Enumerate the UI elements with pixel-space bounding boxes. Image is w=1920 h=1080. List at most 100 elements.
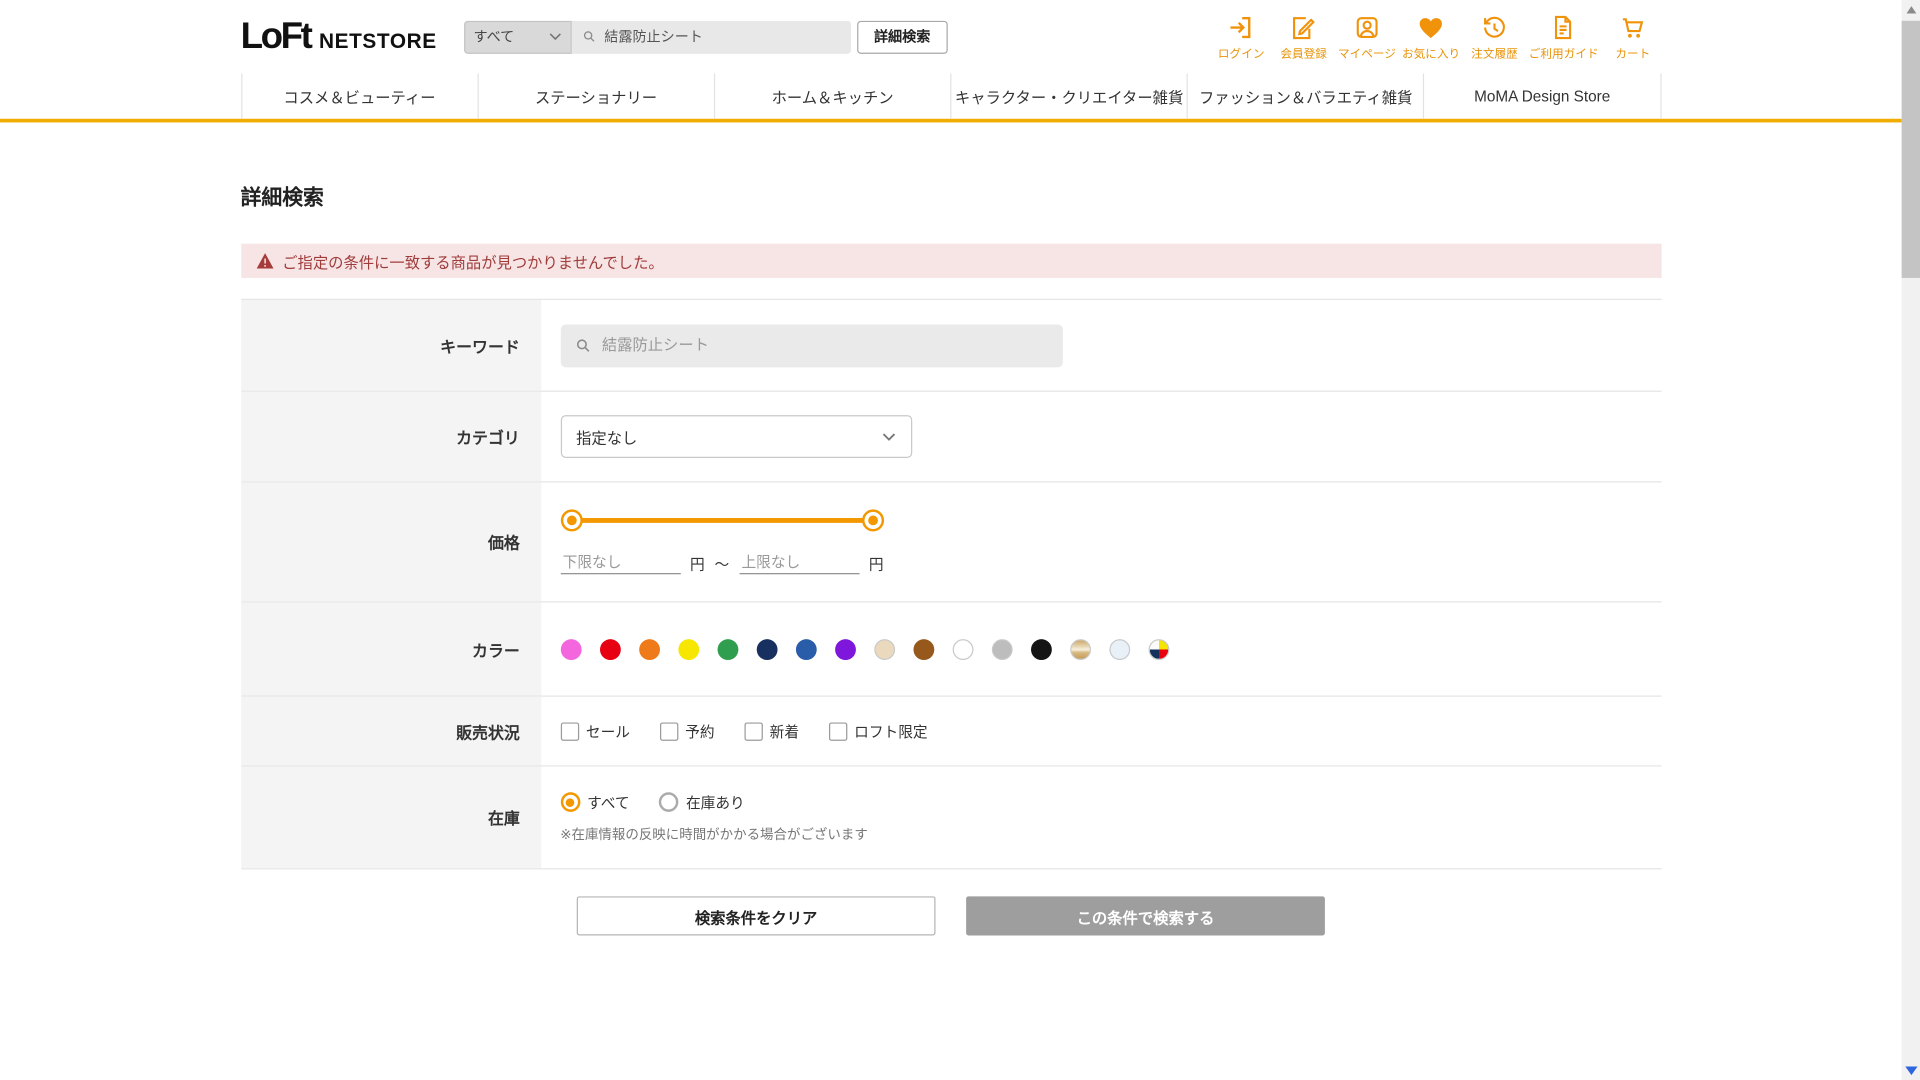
form-actions: 検索条件をクリア この条件で検索する	[241, 896, 1661, 936]
radio-label: 在庫あり	[685, 794, 745, 812]
utility-label: カート	[1615, 47, 1651, 61]
cart-icon	[1622, 17, 1644, 38]
color-swatch-beige[interactable]	[873, 638, 895, 660]
color-label: カラー	[240, 602, 541, 696]
radio-button	[659, 792, 679, 812]
color-swatch-brown[interactable]	[912, 638, 934, 660]
price-unit-label: 円	[690, 555, 705, 574]
checkbox-label: 予約	[685, 723, 715, 741]
sales-status-options: セール 予約 新着 ロフト限定	[560, 721, 1661, 742]
utility-order-history[interactable]: 注文履歴	[1466, 13, 1522, 61]
category-select-value: 指定なし	[576, 429, 638, 447]
price-slider[interactable]	[560, 509, 884, 532]
keyword-input[interactable]	[601, 336, 1049, 354]
keyword-input-box	[560, 323, 1063, 367]
price-label: 価格	[240, 482, 541, 602]
color-swatch-yellow[interactable]	[677, 638, 699, 660]
page-area: LoFt NETSTORE すべて 詳細検索	[0, 0, 1902, 1080]
scroll-down-button[interactable]	[1902, 1060, 1920, 1080]
color-swatch-gray[interactable]	[991, 638, 1013, 660]
color-swatch-navy[interactable]	[756, 638, 777, 660]
color-swatch-pink[interactable]	[560, 638, 582, 660]
category-select[interactable]: 指定なし	[560, 415, 912, 458]
color-swatch-green[interactable]	[716, 638, 738, 660]
price-inputs: 円 ～ 円	[560, 551, 1661, 575]
alert-text: ご指定の条件に一致する商品が見つかりませんでした。	[282, 254, 664, 272]
chevron-down-icon	[882, 432, 895, 441]
clear-conditions-button[interactable]: 検索条件をクリア	[576, 896, 936, 936]
header-search-input[interactable]	[604, 29, 841, 45]
radio-stock-available[interactable]: 在庫あり	[659, 792, 745, 813]
checkbox-box	[828, 721, 847, 741]
utility-label: マイページ	[1337, 47, 1396, 61]
price-slider-handle-min[interactable]	[560, 509, 583, 532]
form-row-stock: 在庫 すべて 在庫あり ※在庫情報の反映に時間がかかる場合がございます	[240, 766, 1662, 870]
color-swatch-multicolor[interactable]	[1147, 638, 1169, 660]
color-swatch-orange[interactable]	[638, 638, 660, 660]
scrollbar[interactable]	[1901, 0, 1920, 1080]
price-separator: ～	[714, 555, 730, 574]
price-min-input[interactable]	[560, 551, 681, 575]
stock-note: ※在庫情報の反映に時間がかかる場合がございます	[560, 827, 868, 842]
color-swatch-gold[interactable]	[1069, 638, 1091, 660]
nav-item-stationery[interactable]: ステーショナリー	[477, 73, 714, 119]
advanced-search-button[interactable]: 詳細検索	[856, 20, 948, 54]
utility-cart[interactable]: カート	[1605, 13, 1661, 61]
checkbox-sale[interactable]: セール	[560, 721, 630, 742]
nav-item-cosme[interactable]: コスメ＆ビューティー	[240, 73, 478, 119]
main-content: 詳細検索 ご指定の条件に一致する商品が見つかりませんでした。 キーワード 結露防…	[0, 180, 1902, 1080]
search-form: キーワード カテゴリ 指定なし	[240, 298, 1662, 870]
color-swatch-red[interactable]	[599, 638, 621, 660]
header-search-area: すべて 詳細検索	[463, 20, 948, 54]
checkbox-label: 新着	[769, 723, 800, 741]
color-swatch-black[interactable]	[1030, 638, 1052, 660]
utility-guide[interactable]: ご利用ガイド	[1529, 13, 1599, 61]
search-icon	[583, 31, 595, 42]
page: LoFt NETSTORE すべて 詳細検索	[0, 0, 1920, 1080]
header-search-box	[571, 20, 851, 54]
color-swatch-blue[interactable]	[795, 638, 817, 660]
price-max-input[interactable]	[739, 551, 860, 575]
form-row-color: カラー	[240, 602, 1662, 697]
scroll-up-icon	[1905, 6, 1916, 14]
price-slider-handle-max[interactable]	[861, 509, 884, 532]
header-utilities: ログイン 会員登録 マイページ お気に入り 注文履歴 ご利用ガイド カート	[1213, 13, 1661, 61]
header: LoFt NETSTORE すべて 詳細検索	[0, 0, 1902, 73]
nav-item-home-kitchen[interactable]: ホーム＆キッチン	[713, 73, 951, 119]
mypage-icon	[1356, 16, 1378, 38]
color-swatch-white[interactable]	[952, 638, 973, 660]
keyword-label: キーワード	[240, 300, 541, 391]
category-label: カテゴリ	[240, 391, 541, 482]
scrollbar-thumb[interactable]	[1901, 20, 1920, 278]
register-icon	[1293, 16, 1316, 39]
checkbox-reserve[interactable]: 予約	[659, 721, 715, 742]
guide-icon	[1555, 15, 1572, 39]
color-swatch-clear[interactable]	[1108, 638, 1130, 660]
loft-logo[interactable]: LoFt NETSTORE	[241, 16, 437, 58]
chevron-down-icon	[549, 33, 561, 41]
radio-stock-all[interactable]: すべて	[560, 792, 630, 813]
checkbox-box	[659, 721, 678, 741]
checkbox-label: セール	[585, 723, 631, 741]
utility-mypage[interactable]: マイページ	[1338, 13, 1396, 61]
price-slider-track	[567, 517, 877, 523]
form-row-price: 価格 円 ～ 円	[240, 482, 1662, 603]
color-swatch-purple[interactable]	[834, 638, 856, 660]
search-category-select[interactable]: すべて	[463, 20, 572, 54]
heart-icon	[1419, 17, 1443, 38]
warning-icon	[256, 253, 273, 269]
checkbox-loft-exclusive[interactable]: ロフト限定	[828, 721, 928, 742]
scroll-up-button[interactable]	[1902, 0, 1920, 20]
checkbox-box	[560, 721, 579, 741]
utility-favorites[interactable]: お気に入り	[1402, 13, 1460, 61]
utility-login[interactable]: ログイン	[1213, 13, 1269, 61]
alert-banner: ご指定の条件に一致する商品が見つかりませんでした。	[240, 243, 1662, 278]
search-with-conditions-button[interactable]: この条件で検索する	[966, 896, 1325, 936]
stock-label: 在庫	[240, 766, 541, 869]
nav-item-moma[interactable]: MoMA Design Store	[1423, 73, 1662, 119]
form-row-sales-status: 販売状況 セール 予約 新着 ロフト限定	[240, 696, 1662, 767]
utility-register[interactable]: 会員登録	[1275, 13, 1331, 61]
nav-item-fashion-variety[interactable]: ファッション＆バラエティ雑貨	[1186, 73, 1424, 119]
nav-item-character[interactable]: キャラクター・クリエイター雑貨	[950, 73, 1187, 119]
checkbox-new[interactable]: 新着	[743, 721, 800, 742]
